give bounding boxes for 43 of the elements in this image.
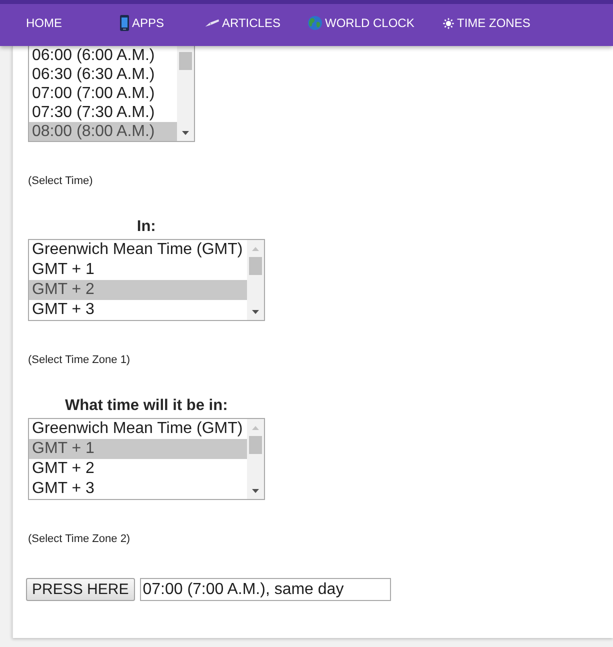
nav-link[interactable]: APPS [120, 15, 164, 31]
scroll-up-arrow-icon [252, 246, 259, 250]
scrollbar[interactable] [246, 240, 264, 320]
listbox[interactable]: 06:00 (6:00 A.M.) 06:30 (6:30 A.M.) 07:00 (7:00 A.M.) 07:30 (7:30 A.M.) 08:00 (8:00 A.M.) [28, 46, 195, 142]
pen-icon [205, 19, 219, 27]
scrollbar[interactable] [246, 419, 264, 499]
list-option[interactable]: GMT + 3 [29, 300, 247, 320]
list-option[interactable]: GMT + 1 [29, 260, 247, 280]
phone-icon [120, 15, 129, 31]
nav-link[interactable]: ARTICLES [205, 16, 280, 30]
scrollbar-thumb[interactable] [248, 436, 262, 454]
press-button[interactable]: PRESS HERE [26, 578, 135, 601]
result-field[interactable]: 07:00 (7:00 A.M.), same day [140, 578, 391, 601]
hint-text: (Select Time) [28, 175, 93, 188]
scroll-down-arrow-icon [252, 488, 259, 492]
list-heading: What time will it be in: [64, 397, 228, 415]
list-option[interactable]: 06:00 (6:00 A.M.) [29, 46, 177, 65]
list-option[interactable]: Greenwich Mean Time (GMT) [29, 419, 247, 439]
list-option[interactable]: 06:30 (6:30 A.M.) [29, 65, 177, 84]
nav-link[interactable]: TIME ZONES [443, 16, 530, 30]
list-option[interactable]: 07:00 (7:00 A.M.) [29, 84, 177, 103]
list-option[interactable]: GMT + 2 [29, 459, 247, 479]
listbox[interactable]: Greenwich Mean Time (GMT) GMT + 1 GMT + 2 GMT + 3 [28, 418, 265, 500]
list-option[interactable]: GMT + 1 [29, 439, 247, 459]
list-option[interactable]: 07:30 (7:30 A.M.) [29, 103, 177, 122]
hint-text: (Select Time Zone 1) [28, 354, 130, 367]
scrollbar-thumb[interactable] [178, 52, 192, 70]
scrollbar-thumb[interactable] [248, 257, 262, 275]
scrollbar[interactable] [176, 46, 194, 141]
list-heading: In: [136, 218, 156, 236]
list-option[interactable]: GMT + 2 [29, 280, 247, 300]
nav-link[interactable]: HOME [26, 16, 62, 30]
listbox[interactable]: Greenwich Mean Time (GMT) GMT + 1 GMT + 2 GMT + 3 [28, 239, 265, 321]
scroll-down-arrow-icon [182, 130, 189, 134]
nav-link[interactable]: WORLD CLOCK [308, 16, 414, 30]
list-option[interactable]: GMT + 3 [29, 479, 247, 499]
list-option[interactable]: 08:00 (8:00 A.M.) [29, 122, 177, 141]
sun-icon [443, 18, 454, 28]
scroll-up-arrow-icon [252, 426, 259, 430]
scroll-down-arrow-icon [252, 310, 259, 314]
globe-icon [308, 16, 322, 30]
hint-text: (Select Time Zone 2) [28, 533, 130, 546]
list-option[interactable]: Greenwich Mean Time (GMT) [29, 240, 247, 260]
